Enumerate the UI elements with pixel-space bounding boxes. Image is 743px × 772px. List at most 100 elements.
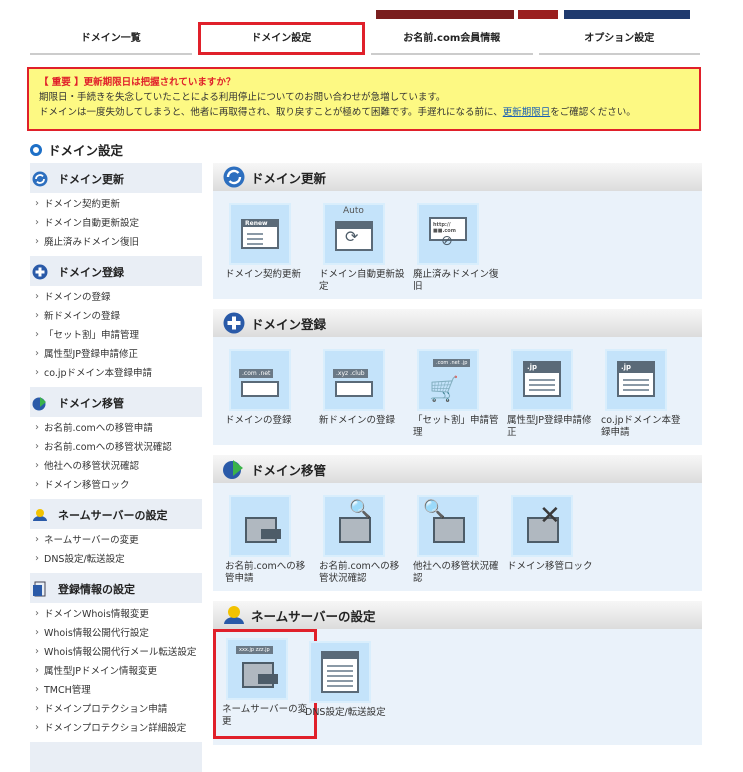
register-domain-icon: .com .net — [229, 349, 291, 411]
refresh-icon — [223, 166, 245, 188]
panel-header: ドメイン更新 — [213, 163, 702, 191]
tile-renew-contract[interactable]: Renew ドメイン契約更新 — [225, 203, 321, 293]
sidebar-item-tmch[interactable]: TMCH管理 — [30, 681, 202, 700]
sidebar-item-renew-contract[interactable]: ドメイン契約更新 — [30, 195, 202, 214]
tile-transfer-lock[interactable]: ✕ ドメイン移管ロック — [507, 495, 603, 585]
tile-auto-renew[interactable]: Auto ⟳ ドメイン自動更新設定 — [319, 203, 415, 293]
transfer-lock-icon: ✕ — [511, 495, 573, 557]
transfer-status-icon: 🔍 — [323, 495, 385, 557]
sidebar-section-title: ドメイン移管 — [58, 397, 124, 410]
tile-set-discount[interactable]: .com .net .jp 🛒 「セット割」申請管理 — [413, 349, 509, 439]
tile-label: 廃止済みドメイン復旧 — [413, 269, 499, 292]
page-title: ドメイン設定 — [30, 140, 123, 159]
banner-blue[interactable] — [564, 10, 690, 19]
tile-register-domain[interactable]: .com .net ドメインの登録 — [225, 349, 321, 439]
sidebar-item-transfer-in-status[interactable]: お名前.comへの移管状況確認 — [30, 438, 202, 457]
sidebar: ドメイン更新 ドメイン契約更新 ドメイン自動更新設定 廃止済みドメイン復旧 ドメ… — [30, 163, 202, 772]
icon-caption: .com .net .jp — [433, 359, 471, 367]
sidebar-item-protection[interactable]: ドメインプロテクション申請 — [30, 700, 202, 719]
transfer-icon — [32, 397, 46, 411]
tile-label: ドメインの登録 — [225, 415, 292, 426]
tile-label: お名前.comへの移管状況確認 — [319, 561, 400, 584]
banner-small-red[interactable] — [518, 10, 558, 19]
sidebar-item-change-nameserver[interactable]: ネームサーバーの変更 — [30, 531, 202, 550]
tile-label: 「セット割」申請管理 — [413, 415, 499, 438]
sidebar-item-jp-fix[interactable]: 属性型JP登録申請修正 — [30, 345, 202, 364]
tile-dns-settings[interactable]: DNS設定/転送設定 — [305, 641, 401, 739]
transfer-icon — [223, 460, 243, 479]
sidebar-item-transfer-in[interactable]: お名前.comへの移管申請 — [30, 419, 202, 438]
sidebar-section-title: 登録情報の設定 — [58, 583, 135, 596]
sidebar-item-jp-info[interactable]: 属性型JPドメイン情報変更 — [30, 662, 202, 681]
tile-label: DNS設定/転送設定 — [305, 707, 386, 718]
sidebar-item-cojp[interactable]: co.jpドメイン本登録申請 — [30, 364, 202, 383]
panel-nameserver: ネームサーバーの設定 xxx.jp zzz.jp ネームサーバーの変更 DNS設… — [213, 601, 702, 745]
sidebar-section-register: ドメイン登録 — [30, 256, 202, 286]
tab-member-info[interactable]: お名前.com会員情報 — [371, 22, 533, 55]
banner-red[interactable] — [376, 10, 514, 19]
tab-domain-list[interactable]: ドメイン一覧 — [30, 22, 192, 55]
panel-header: ネームサーバーの設定 — [213, 601, 702, 629]
tile-transfer-in[interactable]: お名前.comへの移管申請 — [225, 495, 321, 585]
sidebar-item-set-discount[interactable]: 「セット割」申請管理 — [30, 326, 202, 345]
top-banners — [370, 10, 700, 19]
magnifier-glyph: 🔍 — [423, 499, 446, 520]
dns-settings-icon — [309, 641, 371, 703]
sidebar-item-transfer-lock[interactable]: ドメイン移管ロック — [30, 476, 202, 495]
alert-line-2-text: ドメインは一度失効してしまうと、他者に再取得され、取り戻すことが極めて困難です。… — [39, 107, 503, 118]
tab-domain-settings[interactable]: ドメイン設定 — [197, 22, 365, 55]
sidebar-item-whois-proxy[interactable]: Whois情報公開代行設定 — [30, 624, 202, 643]
page-title-text: ドメイン設定 — [48, 143, 124, 158]
tile-label: 新ドメインの登録 — [319, 415, 396, 426]
sidebar-item-whois-mail[interactable]: Whois情報公開代行メール転送設定 — [30, 643, 202, 662]
panel-title: ドメイン更新 — [251, 170, 327, 186]
alert-line-1: 期限日・手続きを失念していたことによる利用停止についてのお問い合わせが急増してい… — [39, 92, 446, 103]
panel-title: ドメイン移管 — [251, 462, 327, 478]
sidebar-section-title: ドメイン登録 — [58, 266, 124, 279]
sidebar-item-whois[interactable]: ドメインWhois情報変更 — [30, 605, 202, 624]
tile-transfer-in-status[interactable]: 🔍 お名前.comへの移管状況確認 — [319, 495, 415, 585]
renewal-date-link[interactable]: 更新期限日 — [503, 107, 551, 118]
sidebar-section-renew: ドメイン更新 — [30, 163, 202, 193]
plus-icon — [32, 264, 48, 280]
panel-title: ネームサーバーの設定 — [251, 608, 376, 624]
tab-option-settings[interactable]: オプション設定 — [538, 22, 700, 55]
nameserver-icon — [33, 509, 47, 521]
sidebar-item-auto-renew[interactable]: ドメイン自動更新設定 — [30, 214, 202, 233]
transfer-out-icon: 🔍 — [417, 495, 479, 557]
tile-label: co.jpドメイン本登録申請 — [601, 415, 681, 438]
sidebar-item-register-domain[interactable]: ドメインの登録 — [30, 288, 202, 307]
icon-caption: .com .net — [239, 369, 274, 378]
icon-caption: Renew — [245, 220, 268, 227]
tile-restore-domain[interactable]: http://■■.com ⊘ 廃止済みドメイン復旧 — [413, 203, 509, 293]
icon-caption: .xyz .club — [333, 369, 368, 378]
tile-new-domain[interactable]: .xyz .club 新ドメインの登録 — [319, 349, 415, 439]
sidebar-section-registration: 登録情報の設定 — [30, 573, 202, 603]
tile-label: 属性型JP登録申請修正 — [507, 415, 592, 438]
sidebar-item-restore[interactable]: 廃止済みドメイン復旧 — [30, 233, 202, 252]
sidebar-item-new-domain[interactable]: 新ドメインの登録 — [30, 307, 202, 326]
auto-renew-icon: Auto ⟳ — [323, 203, 385, 265]
panel-renew: ドメイン更新 Renew ドメイン契約更新 Auto ⟳ ドメイン自動更新設定 … — [213, 163, 702, 299]
sidebar-section-transfer: ドメイン移管 — [30, 387, 202, 417]
tile-label: お名前.comへの移管申請 — [225, 561, 306, 584]
refresh-icon — [32, 171, 48, 187]
cart-icon: .com .net .jp 🛒 — [417, 349, 479, 411]
registration-icon — [33, 581, 46, 597]
tile-cojp[interactable]: .jp co.jpドメイン本登録申請 — [601, 349, 697, 439]
tile-label: ネームサーバーの変更 — [222, 704, 308, 727]
icon-caption: .jp — [621, 363, 632, 371]
jp-domain-icon: .jp — [511, 349, 573, 411]
magnifier-glyph: 🔍 — [349, 499, 372, 520]
tile-jp-fix[interactable]: .jp 属性型JP登録申請修正 — [507, 349, 603, 439]
cart-glyph: 🛒 — [429, 375, 459, 403]
alert-line-2: ドメインは一度失効してしまうと、他者に再取得され、取り戻すことが極めて困難です。… — [39, 105, 689, 120]
sidebar-item-protection-detail[interactable]: ドメインプロテクション詳細設定 — [30, 719, 202, 738]
sidebar-section-title: ネームサーバーの設定 — [58, 509, 168, 522]
sidebar-item-dns[interactable]: DNS設定/転送設定 — [30, 550, 202, 569]
renew-doc-icon: Renew — [229, 203, 291, 265]
cross-glyph: ✕ — [539, 501, 561, 531]
tile-transfer-out-status[interactable]: 🔍 他社への移管状況確認 — [413, 495, 509, 585]
tile-change-nameserver[interactable]: xxx.jp zzz.jp ネームサーバーの変更 — [213, 629, 317, 739]
sidebar-item-transfer-out-status[interactable]: 他社への移管状況確認 — [30, 457, 202, 476]
